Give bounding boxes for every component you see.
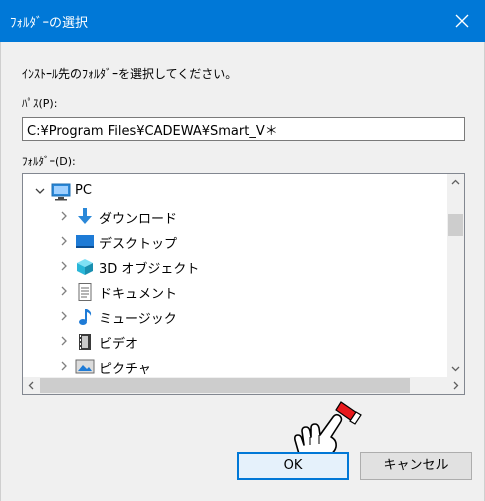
close-button[interactable] — [439, 0, 485, 42]
tree-item-pc[interactable]: PC — [35, 180, 445, 204]
music-icon — [79, 309, 92, 325]
chevron-right-icon[interactable] — [59, 286, 69, 296]
ok-button[interactable]: OK — [237, 452, 349, 480]
horizontal-scrollbar[interactable] — [23, 377, 464, 394]
desktop-icon — [76, 235, 94, 248]
vertical-scrollbar[interactable] — [447, 174, 464, 377]
download-icon — [78, 208, 92, 224]
path-label: ﾊﾟｽ(P): — [22, 97, 58, 110]
tree-item-label: ドキュメント — [99, 287, 178, 302]
tree-item-label: 3D オブジェクト — [99, 262, 200, 277]
tree-item-3d-objects[interactable]: 3D オブジェクト — [59, 255, 445, 279]
scroll-right-icon[interactable] — [447, 377, 464, 394]
3d-objects-icon — [77, 259, 93, 275]
horizontal-scrollbar-thumb[interactable] — [40, 378, 410, 393]
tree-item-label: ピクチャ — [99, 362, 151, 377]
pointing-hand-icon — [294, 401, 362, 457]
tree-item-desktop[interactable]: デスクトップ — [59, 230, 445, 254]
pc-icon — [51, 183, 71, 201]
tree-item-label: ビデオ — [99, 337, 139, 352]
window-title: ﾌｫﾙﾀﾞｰの選択 — [10, 16, 89, 31]
tree-item-label: デスクトップ — [99, 237, 178, 252]
folder-tree[interactable]: PC ダウンロード デスクトップ 3D オブジェクト ドキュメント ミュージック… — [22, 173, 465, 395]
path-input[interactable] — [22, 117, 465, 141]
tree-item-label: ダウンロード — [99, 212, 178, 227]
scroll-down-icon[interactable] — [447, 360, 464, 377]
chevron-down-icon[interactable] — [35, 186, 45, 196]
folder-label: ﾌｫﾙﾀﾞｰ(D): — [22, 155, 76, 168]
scroll-left-icon[interactable] — [23, 377, 40, 394]
cancel-button[interactable]: キャンセル — [360, 452, 472, 480]
instruction-text: ｲﾝｽﾄｰﾙ先のﾌｫﾙﾀﾞｰを選択してください。 — [22, 67, 238, 81]
vertical-scrollbar-thumb[interactable] — [448, 214, 463, 236]
chevron-right-icon[interactable] — [59, 211, 69, 221]
chevron-right-icon[interactable] — [59, 311, 69, 321]
tree-item-music[interactable]: ミュージック — [59, 305, 445, 329]
close-icon — [455, 14, 469, 28]
tree-item-label: ミュージック — [99, 312, 177, 327]
chevron-right-icon[interactable] — [59, 261, 69, 271]
chevron-right-icon[interactable] — [59, 336, 69, 346]
scroll-up-icon[interactable] — [447, 174, 464, 191]
tree-item-videos[interactable]: ビデオ — [59, 330, 445, 354]
documents-icon — [78, 283, 92, 301]
tree-item-documents[interactable]: ドキュメント — [59, 280, 445, 304]
pictures-icon — [75, 359, 95, 374]
chevron-right-icon[interactable] — [59, 236, 69, 246]
video-icon — [79, 334, 91, 350]
tree-item-downloads[interactable]: ダウンロード — [59, 205, 445, 229]
tree-item-label: PC — [75, 183, 92, 198]
tree-item-pictures[interactable]: ピクチャ — [59, 355, 445, 379]
title-bar: ﾌｫﾙﾀﾞｰの選択 — [0, 0, 485, 42]
chevron-right-icon[interactable] — [59, 361, 69, 371]
